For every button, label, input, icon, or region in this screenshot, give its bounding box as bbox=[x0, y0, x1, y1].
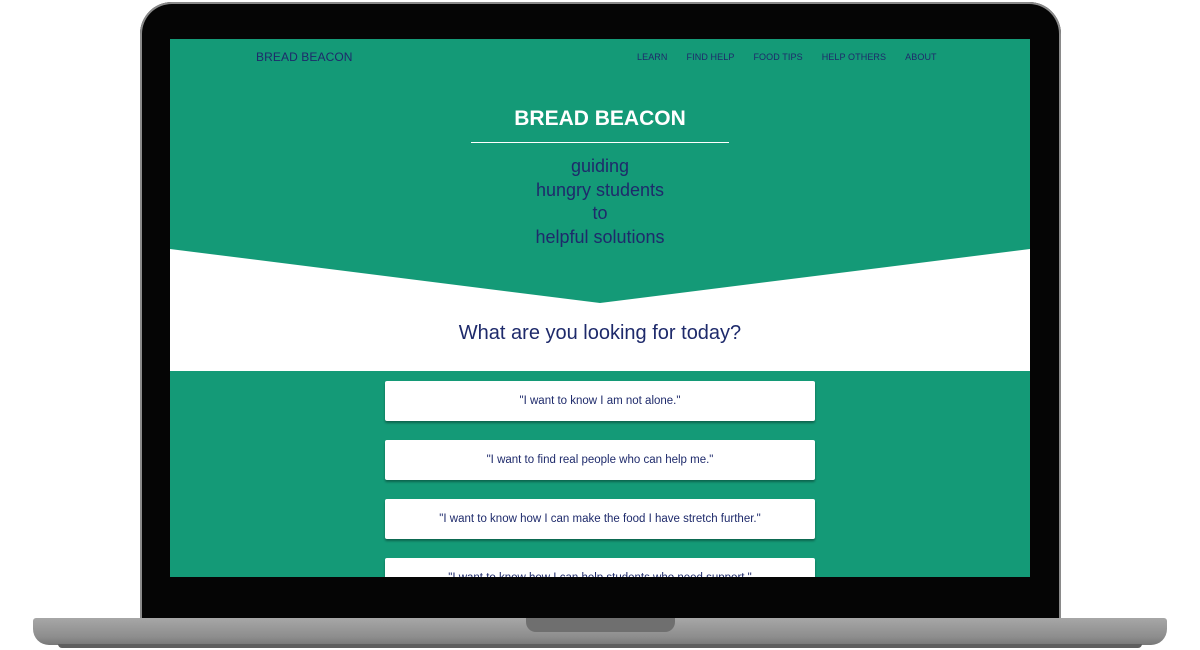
laptop-screen: BREAD BEACON LEARN FIND HELP FOOD TIPS H… bbox=[170, 39, 1030, 577]
brand-link[interactable]: BREAD BEACON bbox=[256, 50, 353, 64]
laptop-mockup: BREAD BEACON LEARN FIND HELP FOOD TIPS H… bbox=[0, 0, 1200, 650]
nav-item-food-tips[interactable]: FOOD TIPS bbox=[753, 52, 802, 62]
hero-divider bbox=[471, 142, 729, 143]
laptop-notch bbox=[526, 618, 675, 632]
option-find-people-button[interactable]: "I want to find real people who can help… bbox=[385, 440, 815, 480]
hero-tagline: guiding hungry students to helpful solut… bbox=[170, 155, 1030, 249]
option-stretch-food-button[interactable]: "I want to know how I can make the food … bbox=[385, 499, 815, 539]
nav-item-help-others[interactable]: HELP OTHERS bbox=[822, 52, 886, 62]
prompt-question: What are you looking for today? bbox=[458, 322, 742, 344]
options-section: "I want to know I am not alone." "I want… bbox=[170, 371, 1030, 577]
tagline-line: helpful solutions bbox=[535, 226, 665, 247]
nav-item-find-help[interactable]: FIND HELP bbox=[687, 52, 735, 62]
tagline-line: guiding bbox=[570, 156, 630, 176]
nav-menu: LEARN FIND HELP FOOD TIPS HELP OTHERS AB… bbox=[637, 52, 956, 62]
nav-item-learn[interactable]: LEARN bbox=[637, 52, 668, 62]
option-help-students-button[interactable]: "I want to know how I can help students … bbox=[385, 558, 815, 577]
nav-item-about[interactable]: ABOUT bbox=[905, 52, 937, 62]
tagline-line: to bbox=[592, 203, 608, 223]
tagline-line: hungry students bbox=[535, 179, 665, 200]
option-not-alone-button[interactable]: "I want to know I am not alone." bbox=[385, 381, 815, 421]
laptop-base-shadow bbox=[58, 644, 1142, 648]
hero-title: BREAD BEACON bbox=[514, 107, 686, 130]
top-navigation: BREAD BEACON LEARN FIND HELP FOOD TIPS H… bbox=[170, 39, 1030, 75]
